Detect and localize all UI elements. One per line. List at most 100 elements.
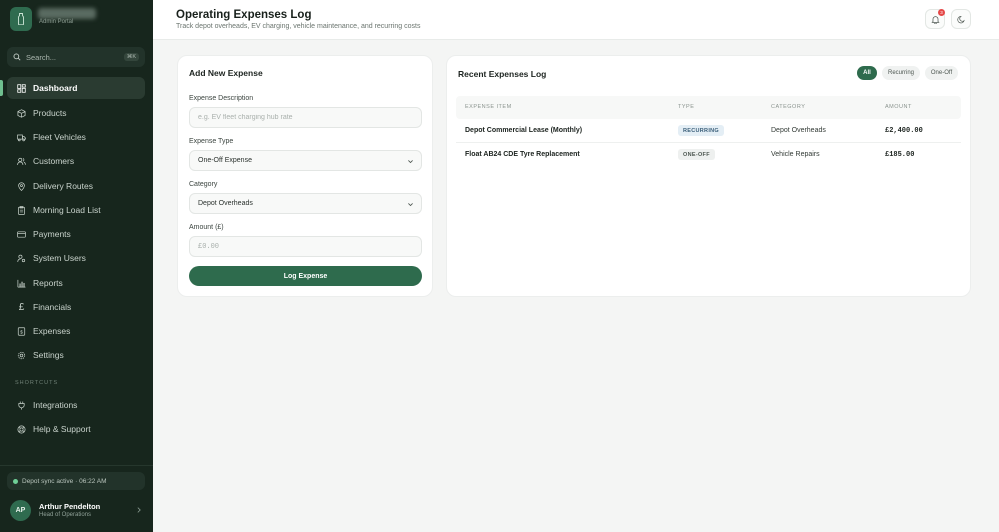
sidebar-item-label: Financials: [33, 302, 72, 312]
type-badge: RECURRING: [678, 125, 725, 136]
brand-subtitle: Admin Portal: [39, 19, 74, 25]
table-row[interactable]: Depot Commercial Lease (Monthly) RECURRI…: [456, 119, 961, 143]
description-field[interactable]: [189, 107, 422, 128]
sidebar-item-label: Delivery Routes: [33, 181, 93, 191]
bar-chart-icon: [17, 279, 26, 288]
notification-count-badge: 3: [938, 9, 945, 16]
map-pin-icon: [17, 181, 26, 191]
sidebar-item-integrations[interactable]: Integrations: [7, 394, 145, 416]
add-expense-card: Add New Expense Expense Description Expe…: [177, 55, 433, 297]
sidebar-item-payments[interactable]: Payments: [7, 223, 145, 245]
gear-icon: [17, 351, 26, 360]
clipboard-icon: [17, 205, 26, 215]
sidebar-item-expenses[interactable]: $ Expenses: [7, 320, 145, 342]
sidebar-item-dashboard[interactable]: Dashboard: [7, 77, 145, 99]
sidebar-item-label: Reports: [33, 278, 63, 288]
lifebuoy-icon: [17, 425, 26, 434]
sidebar-item-settings[interactable]: Settings: [7, 344, 145, 366]
avatar: AP: [10, 499, 31, 521]
chevron-right-icon: [137, 507, 141, 513]
sync-status: Depot sync active · 06:22 AM: [7, 472, 145, 490]
column-header: CATEGORY: [771, 104, 806, 110]
type-select-value: One-Off Expense: [198, 157, 252, 164]
moon-icon: [956, 15, 965, 23]
column-header: AMOUNT: [885, 104, 912, 110]
page-subtitle: Track depot overheads, EV charging, vehi…: [176, 23, 421, 30]
brand[interactable]: Admin Portal: [10, 7, 96, 31]
sidebar: Admin Portal Search... ⌘K Dashboard Prod…: [0, 0, 153, 532]
recent-expenses-card: Recent Expenses Log All Recurring One-Of…: [446, 55, 971, 297]
page-header: Operating Expenses Log Track depot overh…: [153, 0, 999, 40]
sidebar-item-products[interactable]: Products: [7, 102, 145, 124]
search-placeholder: Search...: [26, 52, 57, 62]
column-header: EXPENSE ITEM: [465, 104, 512, 110]
receipt-icon: $: [17, 326, 26, 336]
sidebar-item-label: Products: [33, 108, 67, 118]
sidebar-item-system-users[interactable]: System Users: [7, 247, 145, 269]
table-row[interactable]: Float AB24 CDE Tyre Replacement ONE-OFF …: [456, 143, 961, 167]
column-header: TYPE: [678, 104, 695, 110]
sidebar-item-label: Dashboard: [33, 83, 78, 93]
sidebar-item-label: Customers: [33, 156, 75, 166]
amount-label: Amount (£): [189, 224, 224, 231]
users-icon: [17, 157, 26, 166]
sidebar-item-reports[interactable]: Reports: [7, 272, 145, 294]
sidebar-item-morning-load-list[interactable]: Morning Load List: [7, 199, 145, 221]
user-name: Arthur Pendelton: [39, 502, 101, 511]
description-label: Expense Description: [189, 95, 254, 102]
expense-amount: £2,400.00: [885, 127, 923, 135]
theme-toggle-button[interactable]: [951, 9, 971, 29]
bell-icon: [930, 15, 940, 24]
type-badge: ONE-OFF: [678, 149, 715, 160]
user-role: Head of Operations: [39, 512, 92, 518]
active-indicator: [0, 80, 3, 96]
chevron-down-icon: [408, 203, 413, 207]
expense-item: Depot Commercial Lease (Monthly): [465, 127, 583, 134]
filter-one-off[interactable]: One-Off: [925, 66, 958, 80]
shortcuts-section-label: SHORTCUTS: [15, 380, 59, 386]
card-title: Add New Expense: [189, 68, 263, 78]
amount-input[interactable]: [198, 242, 413, 251]
filter-recurring[interactable]: Recurring: [882, 66, 920, 80]
sidebar-item-label: Expenses: [33, 326, 71, 336]
description-input[interactable]: [198, 114, 413, 121]
filter-all[interactable]: All: [857, 66, 877, 80]
brand-name-blurred: [38, 8, 96, 19]
sidebar-item-fleet-vehicles[interactable]: Fleet Vehicles: [7, 126, 145, 148]
user-profile[interactable]: AP Arthur Pendelton Head of Operations: [10, 498, 143, 522]
plug-icon: [17, 401, 26, 410]
category-select[interactable]: Depot Overheads: [189, 193, 422, 214]
category-select-value: Depot Overheads: [198, 200, 253, 207]
category-label: Category: [189, 181, 218, 188]
search-icon: [13, 53, 21, 61]
amount-field[interactable]: [189, 236, 422, 257]
sidebar-item-label: Morning Load List: [33, 205, 101, 215]
sidebar-item-delivery-routes[interactable]: Delivery Routes: [7, 175, 145, 197]
search-input[interactable]: Search... ⌘K: [7, 47, 145, 67]
sidebar-item-financials[interactable]: £ Financials: [7, 296, 145, 318]
type-label: Expense Type: [189, 138, 234, 145]
sync-status-text: Depot sync active · 06:22 AM: [22, 477, 107, 485]
status-dot-icon: [13, 478, 18, 484]
sidebar-item-label: Integrations: [33, 400, 78, 410]
sidebar-item-label: Settings: [33, 350, 64, 360]
expense-category: Vehicle Repairs: [771, 151, 820, 158]
user-cog-icon: [17, 254, 26, 263]
expense-amount: £185.00: [885, 151, 915, 159]
pound-icon: £: [18, 301, 25, 313]
sidebar-item-customers[interactable]: Customers: [7, 150, 145, 172]
page-title: Operating Expenses Log: [176, 9, 312, 21]
box-icon: [17, 108, 26, 118]
type-select[interactable]: One-Off Expense: [189, 150, 422, 171]
sidebar-item-label: Fleet Vehicles: [33, 132, 86, 142]
credit-card-icon: [17, 230, 26, 239]
truck-icon: [17, 133, 26, 142]
search-shortcut-badge: ⌘K: [123, 53, 139, 61]
sidebar-item-label: Help & Support: [33, 424, 91, 434]
log-expense-button[interactable]: Log Expense: [189, 266, 422, 286]
sidebar-item-help-support[interactable]: Help & Support: [7, 418, 145, 440]
expense-category: Depot Overheads: [771, 127, 826, 134]
notifications-button[interactable]: 3: [925, 9, 945, 29]
table-header: EXPENSE ITEM TYPE CATEGORY AMOUNT: [456, 96, 961, 119]
grid-icon: [17, 83, 26, 93]
